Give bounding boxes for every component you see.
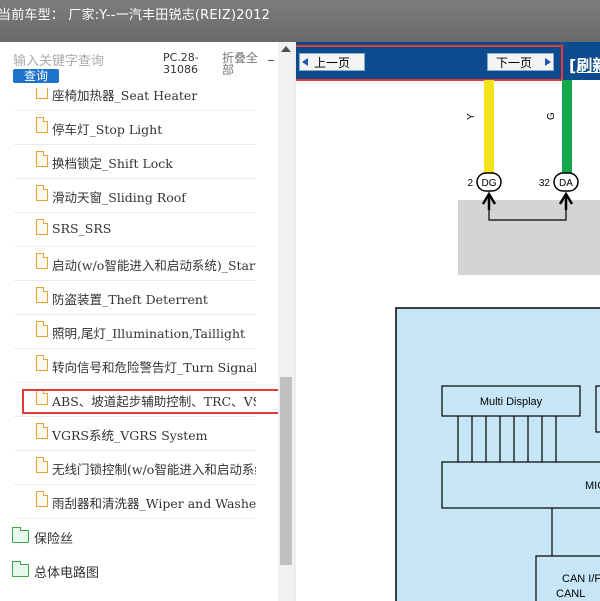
tree-folder-fuses[interactable]: 保险丝: [12, 520, 272, 554]
tree-item[interactable]: VGRS系统_VGRS System: [14, 416, 256, 451]
tree-item-label: 照明,尾灯_Illumination,Taillight: [52, 326, 246, 341]
tree-item-label: 转向信号和危险警告灯_Turn Signal and: [52, 360, 256, 375]
tree-item-label: SRS_SRS: [52, 221, 112, 236]
tree-item[interactable]: 滑动天窗_Sliding Roof: [14, 178, 256, 213]
folder-icon: [12, 527, 29, 543]
tree-item[interactable]: 停车灯_Stop Light: [14, 110, 256, 145]
refresh-link[interactable]: [刷新: [569, 52, 600, 76]
tree-item[interactable]: 座椅加热器_Seat Heater: [14, 88, 256, 111]
tree-item-label: 换档锁定_Shift Lock: [52, 156, 173, 171]
connector-area: [458, 200, 600, 275]
nav-highlight-box: [296, 45, 563, 81]
tree-item[interactable]: 无线门锁控制(w/o智能进入和启动系统): [14, 450, 256, 485]
tree-item[interactable]: 换档锁定_Shift Lock: [14, 144, 256, 179]
document-icon: [36, 423, 48, 439]
connector-left-number: 2: [467, 178, 473, 189]
wire-label-right: G: [546, 112, 557, 120]
connector-left-code: DG: [482, 178, 497, 189]
document-icon: [36, 185, 48, 201]
tree-folder-label: 保险丝: [34, 532, 74, 547]
wire-label-left: Y: [466, 113, 477, 120]
tree-item[interactable]: 转向信号和危险警告灯_Turn Signal and: [14, 348, 256, 383]
scroll-thumb[interactable]: [280, 377, 292, 565]
wire-green: [562, 80, 572, 180]
side-box: [595, 385, 600, 433]
document-icon: [36, 321, 48, 337]
connector-right-code: DA: [559, 178, 573, 189]
current-vehicle-title: 当前车型： 厂家:Y--一汽丰田锐志(REIZ)2012: [0, 8, 271, 23]
tree-item[interactable]: SRS_SRS: [14, 212, 256, 247]
tree-item-label: 雨刮器和清洗器_Wiper and Washer: [52, 496, 256, 511]
tree-folder-label: 总体电路图: [34, 566, 100, 581]
document-icon: [36, 491, 48, 507]
tree-item-label: VGRS系统_VGRS System: [52, 428, 208, 443]
tree-item[interactable]: 启动(w/o智能进入和启动系统)_Starting(: [14, 246, 256, 281]
folder-icon: [12, 561, 29, 577]
tree-item-label: 无线门锁控制(w/o智能进入和启动系统): [52, 462, 256, 477]
title-bar: 当前车型： 厂家:Y--一汽丰田锐志(REIZ)2012: [0, 0, 600, 42]
tree-item-label: 座椅加热器_Seat Heater: [52, 88, 198, 103]
tree-item[interactable]: 雨刮器和清洗器_Wiper and Washer: [14, 484, 256, 519]
document-icon: [36, 355, 48, 371]
tree-item[interactable]: 照明,尾灯_Illumination,Taillight: [14, 314, 256, 349]
wire-yellow: [484, 80, 494, 180]
search-input[interactable]: [13, 52, 153, 70]
mic-box: [441, 461, 600, 509]
mic-label: MIC: [585, 480, 600, 492]
collapse-all-button[interactable]: 折叠全部: [222, 52, 260, 76]
tree-item-label: 启动(w/o智能进入和启动系统)_Starting(: [52, 258, 256, 273]
tree-item[interactable]: 防盗装置_Theft Deterrent: [14, 280, 256, 315]
document-icon: [36, 457, 48, 473]
connector-right-number: 32: [539, 178, 551, 189]
canl-label: CANL: [556, 588, 586, 600]
search-button[interactable]: 查询: [13, 69, 59, 83]
document-icon: [36, 117, 48, 133]
viewer-nav-bar: 上一页 下一页 [刷新: [296, 42, 600, 81]
document-icon: [36, 88, 48, 99]
document-icon: [36, 287, 48, 303]
wiring-diagram: Y G DG 2 DA 32 Multi Display MI CAN I/F: [395, 80, 600, 601]
scroll-up-arrow-icon[interactable]: [281, 46, 291, 52]
tree-scrollbar[interactable]: [278, 42, 294, 601]
selection-highlight-box: [22, 389, 287, 414]
tree-folder-overall-wiring[interactable]: 总体电路图: [12, 554, 272, 588]
tree-item-label: 防盗装置_Theft Deterrent: [52, 292, 208, 307]
document-icon: [36, 151, 48, 167]
document-icon: [36, 253, 48, 269]
document-code: PC.28-31086: [163, 51, 199, 76]
document-icon: [36, 219, 48, 235]
multi-display-label: Multi Display: [480, 396, 543, 408]
tree-item-label: 停车灯_Stop Light: [52, 122, 163, 137]
tree-item-label: 滑动天窗_Sliding Roof: [52, 190, 186, 205]
can-if-label: CAN I/F: [562, 573, 600, 585]
diagram-viewer: 上一页 下一页 [刷新 Y G DG 2 DA 32 Multi Display: [296, 42, 600, 601]
dash-marker: [268, 60, 274, 61]
